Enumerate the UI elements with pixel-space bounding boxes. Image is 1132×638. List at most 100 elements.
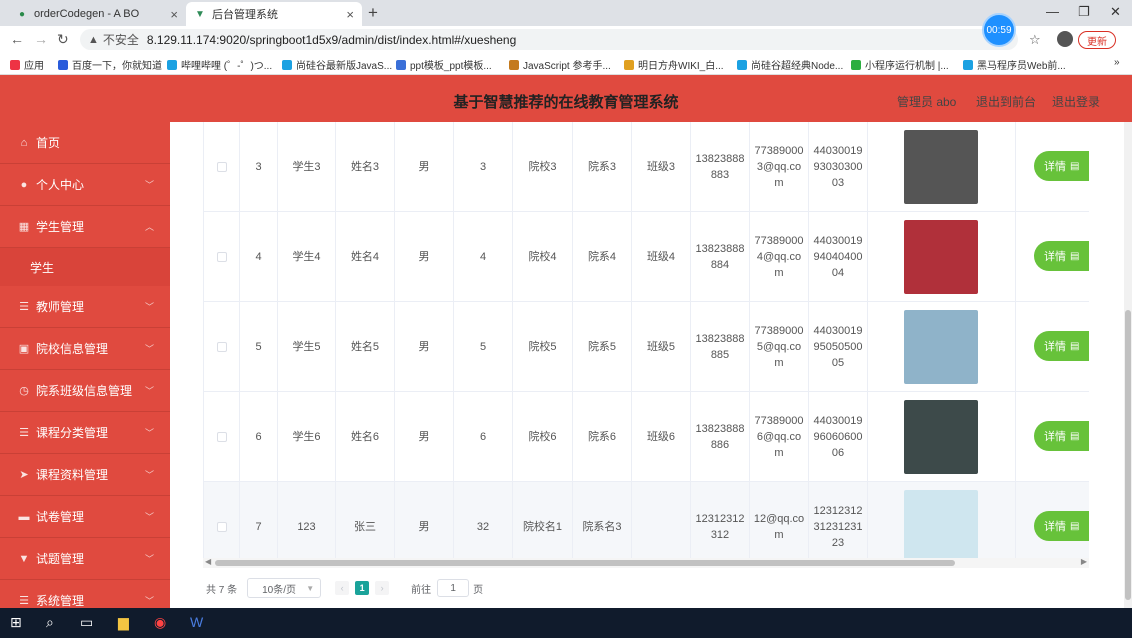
cell-account: 学生4 [278, 212, 336, 302]
minimize-icon[interactable]: — [1046, 4, 1059, 19]
grid-icon: ▦ [18, 221, 30, 233]
vertical-scrollbar[interactable] [1124, 122, 1132, 608]
sidebar-subitem-student[interactable]: 学生 [0, 248, 170, 286]
close-icon[interactable]: × [170, 7, 178, 22]
page-size-select[interactable]: 10条/页 ▼ [247, 578, 322, 598]
chrome-icon[interactable]: ◉ [154, 614, 166, 631]
sidebar-item-profile[interactable]: ● 个人中心 ﹀ [0, 164, 170, 206]
building-icon: ▣ [18, 343, 30, 355]
cell-idx: 5 [240, 302, 278, 392]
sidebar-item-course-material[interactable]: ➤ 课程资料管理 ﹀ [0, 454, 170, 496]
chevron-down-icon: ▼ [306, 583, 315, 593]
wechat-icon [851, 59, 861, 70]
new-tab-icon[interactable]: + [368, 3, 378, 23]
sidebar-item-students[interactable]: ▦ 学生管理 ︿ [0, 206, 170, 248]
browser-tab-bar: ● orderCodegen - A BO × ▼ 后台管理系统 × + — ❐… [0, 0, 1132, 26]
browser-tab-ordercodegen[interactable]: ● orderCodegen - A BO × [8, 2, 186, 26]
detail-button[interactable]: 详情 ▤ [1034, 421, 1089, 451]
url-input[interactable]: ▲ 不安全 8.129.11.174:9020/springboot1d5x9/… [80, 29, 1018, 50]
bookmark-item[interactable]: 尚硅谷超经典Node... [737, 57, 843, 72]
next-page-button[interactable]: › [375, 581, 390, 595]
maximize-icon[interactable]: ❐ [1078, 4, 1090, 20]
sidebar-item-system[interactable]: ☰ 系统管理 ﹀ [0, 580, 170, 608]
update-button[interactable]: 更新 [1078, 31, 1116, 49]
bookmark-item[interactable]: JavaScript 参考手... [509, 57, 611, 72]
cell-idcard: 440300199404040004 [809, 212, 868, 302]
close-icon[interactable]: × [346, 7, 354, 22]
window-close-icon[interactable]: ✕ [1110, 4, 1121, 20]
mdn-icon [509, 59, 519, 70]
scroll-right-icon[interactable]: ▶ [1081, 557, 1087, 566]
windows-start-icon[interactable]: ⊞ [10, 614, 22, 631]
filter-icon: ▼ [18, 552, 30, 565]
sidebar-item-course-category[interactable]: ☰ 课程分类管理 ﹀ [0, 412, 170, 454]
cell-age: 5 [454, 302, 513, 392]
cell-email: 12@qq.com [750, 482, 809, 567]
cell-phone: 13823888883 [691, 122, 750, 212]
sidebar-item-papers[interactable]: ▬ 试卷管理 ﹀ [0, 496, 170, 538]
logout-link[interactable]: 退出登录 [1052, 93, 1100, 110]
goto-label: 前往 [411, 584, 432, 596]
sidebar-item-schools[interactable]: ▣ 院校信息管理 ﹀ [0, 328, 170, 370]
forward-icon[interactable]: → [34, 31, 48, 47]
bookmark-item[interactable]: ppt模板_ppt模板... [396, 57, 492, 72]
row-checkbox[interactable] [216, 342, 227, 352]
prev-page-button[interactable]: ‹ [335, 581, 350, 595]
horizontal-scrollbar[interactable]: ◀ ▶ [203, 557, 1089, 568]
photo-cell [868, 482, 1016, 567]
scrollbar-thumb[interactable] [215, 560, 955, 566]
search-icon[interactable]: ⌕ [46, 614, 54, 631]
detail-button[interactable]: 详情 ▤ [1034, 511, 1089, 541]
bilibili-icon [282, 59, 292, 70]
chevron-down-icon: ﹀ [144, 180, 154, 190]
cell-account: 学生5 [278, 302, 336, 392]
sidebar-item-questions[interactable]: ▼ 试题管理 ﹀ [0, 538, 170, 580]
back-to-front-link[interactable]: 退出到前台 [976, 93, 1036, 110]
sidebar-item-dept-class[interactable]: ◷ 院系班级信息管理 ﹀ [0, 370, 170, 412]
bookmark-item[interactable]: 黑马程序员Web前... [963, 57, 1066, 72]
row-checkbox[interactable] [216, 162, 227, 172]
row-checkbox[interactable] [216, 252, 227, 262]
cell-school: 院校6 [513, 392, 573, 482]
list-icon: ☰ [19, 301, 29, 313]
bookmark-item[interactable]: 哔哩哔哩 (゜-゜)つ... [167, 57, 272, 72]
file-explorer-icon[interactable]: ▆ [118, 614, 129, 631]
chevron-down-icon: ﹀ [144, 386, 154, 396]
row-checkbox[interactable] [216, 432, 227, 442]
browser-tab-admin[interactable]: ▼ 后台管理系统 × [186, 2, 362, 26]
page-number-current[interactable]: 1 [355, 581, 370, 595]
page-label: 页 [473, 584, 484, 596]
bookmark-item[interactable]: 应用 [10, 57, 44, 72]
cell-phone: 13823888886 [691, 392, 750, 482]
detail-button[interactable]: 详情 ▤ [1034, 331, 1089, 361]
document-icon: ▤ [1070, 520, 1080, 532]
bookmark-item[interactable]: 百度一下，你就知道 [58, 57, 162, 72]
sidebar-item-teachers[interactable]: ☰ 教师管理 ﹀ [0, 286, 170, 328]
word-icon[interactable]: W [190, 614, 203, 630]
cell-dept: 院系6 [573, 392, 632, 482]
goto-page-input[interactable]: 1 [437, 579, 470, 597]
reload-icon[interactable]: ↻ [57, 31, 69, 48]
cell-name: 姓名5 [336, 302, 395, 392]
detail-button[interactable]: 详情 ▤ [1034, 151, 1089, 181]
bookmark-item[interactable]: 小程序运行机制 |... [851, 57, 949, 72]
row-checkbox-cell [204, 122, 240, 212]
tab-title: orderCodegen - A BO [34, 8, 140, 20]
more-bookmarks-icon[interactable]: » [1114, 57, 1120, 68]
star-icon[interactable]: ☆ [1029, 32, 1041, 48]
cell-age: 4 [454, 212, 513, 302]
bookmark-item[interactable]: 明日方舟WIKI_白... [624, 57, 724, 72]
scroll-left-icon[interactable]: ◀ [205, 557, 211, 566]
bookmark-item[interactable]: 尚硅谷最新版JavaS... [282, 57, 392, 72]
table-row: 6 学生6 姓名6 男 6 院校6 院系6 班级6 13823888886 773890006@q… [204, 392, 1089, 482]
profile-avatar[interactable] [1057, 31, 1073, 47]
cell-phone: 12312312312 [691, 482, 750, 567]
cell-gender: 男 [395, 482, 454, 567]
row-checkbox[interactable] [216, 522, 227, 532]
sidebar-item-home[interactable]: ⌂ 首页 [0, 122, 170, 164]
back-icon[interactable]: ← [10, 31, 24, 47]
scrollbar-thumb[interactable] [1125, 310, 1131, 600]
detail-button[interactable]: 详情 ▤ [1034, 241, 1089, 271]
task-view-icon[interactable]: ▭ [80, 614, 93, 631]
insecure-label: 不安全 [102, 33, 139, 47]
